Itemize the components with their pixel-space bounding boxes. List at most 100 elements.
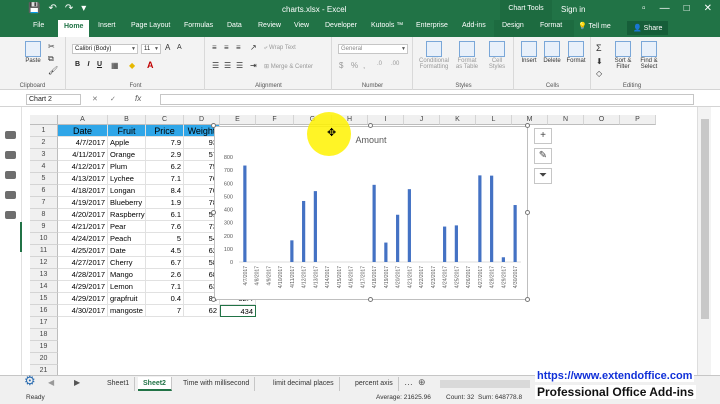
sheet-tab-percent-axis[interactable]: percent axis	[350, 377, 399, 391]
table-header-cell[interactable]: Date	[58, 125, 108, 137]
table-cell[interactable]: 1.9	[146, 197, 184, 209]
maximize-icon[interactable]: □	[684, 3, 690, 14]
close-icon[interactable]: ✕	[704, 3, 712, 14]
paste-button[interactable]: Paste	[22, 41, 44, 64]
tab-home[interactable]: Home	[58, 20, 90, 37]
table-cell[interactable]: 4/11/2017	[58, 149, 108, 161]
fill-color-icon[interactable]: ◆	[129, 61, 135, 70]
table-cell[interactable]: 7.1	[146, 281, 184, 293]
row-header[interactable]: 15	[30, 293, 58, 305]
column-header[interactable]: E	[220, 115, 256, 125]
table-cell[interactable]: 4/25/2017	[58, 245, 108, 257]
align-right-icon[interactable]: ☰	[236, 61, 243, 70]
select-all-corner[interactable]	[30, 115, 58, 125]
table-cell[interactable]: 4/20/2017	[58, 209, 108, 221]
name-manager-icon[interactable]	[5, 191, 16, 199]
ribbon-display-icon[interactable]: ▫	[642, 3, 646, 14]
vertical-scrollbar[interactable]	[697, 107, 711, 375]
name-box[interactable]: Chart 2	[26, 94, 81, 105]
column-header[interactable]: P	[620, 115, 656, 125]
sort-filter-button[interactable]: Sort & Filter	[612, 41, 634, 70]
column-header[interactable]: J	[404, 115, 440, 125]
sign-in-link[interactable]: Sign in	[561, 5, 585, 14]
column-header[interactable]: A	[58, 115, 108, 125]
chart-resize-handle[interactable]	[211, 210, 216, 215]
comma-icon[interactable]: ,	[363, 61, 365, 70]
table-cell[interactable]: 4/12/2017	[58, 161, 108, 173]
table-cell[interactable]: 4/19/2017	[58, 197, 108, 209]
table-cell[interactable]: Mango	[108, 269, 146, 281]
format-painter-icon[interactable]: 🖌	[48, 66, 58, 75]
row-header[interactable]: 4	[30, 161, 58, 173]
table-cell[interactable]: 6.1	[146, 209, 184, 221]
row-header[interactable]: 2	[30, 137, 58, 149]
column-header[interactable]: I	[368, 115, 404, 125]
cut-icon[interactable]: ✂	[48, 42, 55, 51]
merge-center-button[interactable]: ⊞ Merge & Center	[264, 63, 313, 70]
table-cell[interactable]: Lemon	[108, 281, 146, 293]
table-cell[interactable]: 434	[220, 305, 256, 317]
tell-me-box[interactable]: 💡 Tell me	[578, 22, 611, 30]
table-cell[interactable]: 4/29/2017	[58, 281, 108, 293]
table-cell[interactable]: Plum	[108, 161, 146, 173]
increase-decimal-icon[interactable]: .0	[377, 61, 382, 67]
table-cell[interactable]: 4/21/2017	[58, 221, 108, 233]
row-header[interactable]: 8	[30, 209, 58, 221]
column-header[interactable]: C	[146, 115, 184, 125]
insert-cells-button[interactable]: Insert	[519, 41, 539, 64]
table-cell[interactable]: 4.5	[146, 245, 184, 257]
percent-icon[interactable]: %	[351, 61, 358, 70]
tab-view[interactable]: View	[294, 22, 309, 29]
column-list-icon[interactable]	[5, 211, 16, 219]
tab-design[interactable]: Design	[502, 22, 524, 29]
table-cell[interactable]: Peach	[108, 233, 146, 245]
cell-styles-button[interactable]: Cell Styles	[486, 41, 508, 70]
borders-icon[interactable]: ▦	[111, 61, 119, 70]
table-cell[interactable]: Orange	[108, 149, 146, 161]
chart-resize-handle[interactable]	[211, 297, 216, 302]
delete-cells-button[interactable]: Delete	[542, 41, 562, 64]
column-header[interactable]: M	[512, 115, 548, 125]
table-cell[interactable]: 62	[184, 305, 220, 317]
column-header[interactable]: F	[256, 115, 294, 125]
chart[interactable]: Amount 800 700 600 500 400 300 200 100 0 4/7/2017…	[214, 126, 528, 300]
table-cell[interactable]: 7.6	[146, 221, 184, 233]
column-header[interactable]: B	[108, 115, 146, 125]
minimize-icon[interactable]: —	[660, 3, 670, 14]
tab-formulas[interactable]: Formulas	[184, 22, 213, 29]
table-cell[interactable]: 4/28/2017	[58, 269, 108, 281]
table-header-cell[interactable]: Fruit	[108, 125, 146, 137]
row-header[interactable]: 7	[30, 197, 58, 209]
scrollbar-thumb[interactable]	[701, 119, 709, 319]
row-header[interactable]: 11	[30, 245, 58, 257]
find-select-button[interactable]: Find & Select	[638, 41, 660, 70]
row-header[interactable]: 6	[30, 185, 58, 197]
font-color-icon[interactable]: A	[147, 60, 154, 70]
tab-data[interactable]: Data	[227, 22, 242, 29]
tab-file[interactable]: File	[33, 22, 44, 29]
chart-resize-handle[interactable]	[525, 210, 530, 215]
chart-bar[interactable]	[454, 225, 458, 262]
font-name-select[interactable]: Calibri (Body) ▼	[72, 44, 138, 54]
align-center-icon[interactable]: ☰	[224, 61, 231, 70]
table-cell[interactable]: 5	[146, 233, 184, 245]
table-cell[interactable]: Date	[108, 245, 146, 257]
table-cell[interactable]: Cherry	[108, 257, 146, 269]
fill-icon[interactable]: ⬇	[596, 57, 603, 66]
chart-styles-button[interactable]: ✎	[534, 148, 552, 164]
align-top-icon[interactable]: ≡	[212, 43, 217, 52]
save-icon[interactable]: 💾	[28, 3, 40, 14]
align-left-icon[interactable]: ☰	[212, 61, 219, 70]
autosum-icon[interactable]: Σ	[596, 43, 602, 53]
chart-bar[interactable]	[290, 240, 294, 262]
align-bottom-icon[interactable]: ≡	[236, 43, 241, 52]
column-header[interactable]: K	[440, 115, 476, 125]
table-cell[interactable]: 7.9	[146, 137, 184, 149]
table-cell[interactable]: 4/30/2017	[58, 305, 108, 317]
scroll-left-icon[interactable]: ◀	[48, 378, 54, 387]
row-header[interactable]: 5	[30, 173, 58, 185]
table-cell[interactable]: 4/18/2017	[58, 185, 108, 197]
row-header[interactable]: 19	[30, 341, 58, 353]
chart-bar[interactable]	[478, 175, 482, 262]
row-header[interactable]: 20	[30, 353, 58, 365]
